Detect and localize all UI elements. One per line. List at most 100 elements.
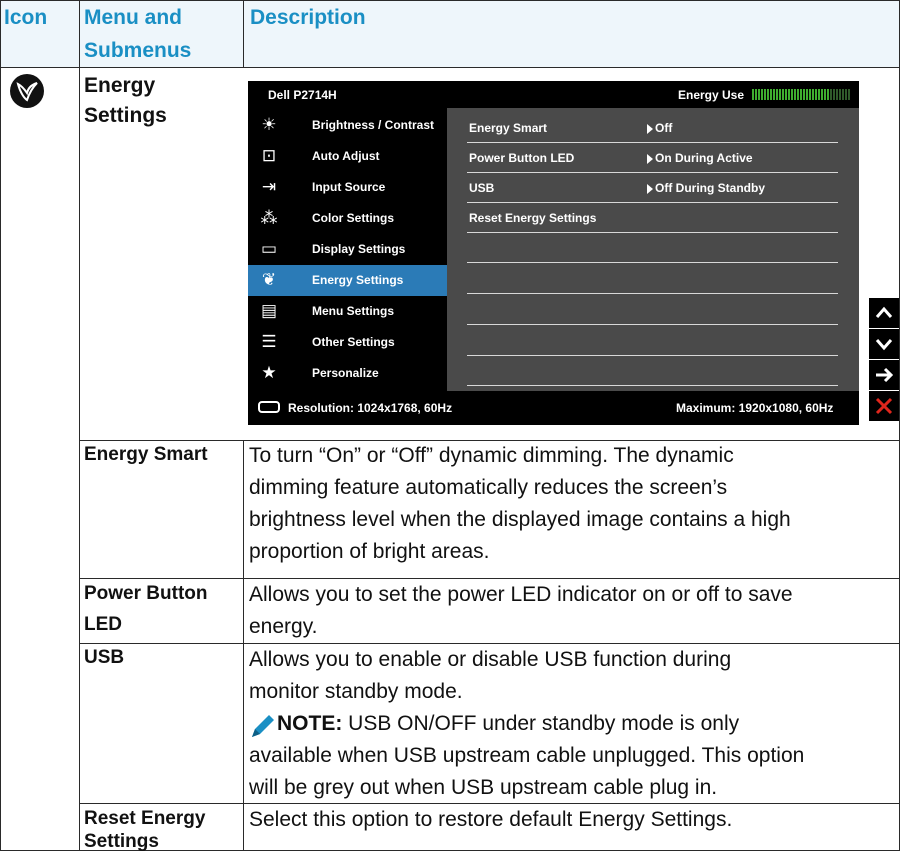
osd-menu-label: Menu Settings (312, 304, 395, 318)
row-desc-reset: Select this option to restore default En… (249, 808, 733, 831)
energy-meter-segment (827, 89, 829, 100)
osd-menu-item[interactable]: ▤ Menu Settings (248, 296, 447, 327)
energy-meter-segment (839, 89, 841, 100)
energy-meter-segment (761, 89, 763, 100)
energy-meter-segment (794, 89, 796, 100)
up-arrow-button[interactable] (869, 298, 899, 328)
energy-meter-segment (764, 89, 766, 100)
osd-submenu-label: USB (469, 181, 495, 195)
arrow-right-icon (647, 154, 653, 164)
energy-meter-segment (815, 89, 817, 100)
osd-submenu-row[interactable]: Power Button LED On During Active (467, 143, 838, 173)
table-divider (243, 440, 244, 851)
hdmi-connector-icon (258, 401, 280, 413)
osd-menu-label: Energy Settings (312, 273, 404, 287)
energy-meter-segment (782, 89, 784, 100)
energy-meter-segment (755, 89, 757, 100)
energy-meter-segment (785, 89, 787, 100)
arrow-right-icon (647, 184, 653, 194)
energy-meter-segment (842, 89, 844, 100)
osd-submenu-value: Off During Standby (655, 181, 765, 195)
osd-submenu-row (467, 264, 838, 294)
osd-submenu-row (467, 326, 838, 356)
osd-menu-item[interactable]: ❦ Energy Settings (248, 265, 447, 296)
osd-submenu-row[interactable]: Energy Smart Off (467, 113, 838, 143)
table-divider (243, 0, 244, 67)
row-title-reset-1: Reset Energy (84, 808, 206, 829)
row-desc-power-led-1: Allows you to set the power LED indicato… (249, 583, 793, 606)
energy-meter-segment (791, 89, 793, 100)
note-text-3: will be grey out when USB upstream cable… (249, 776, 718, 799)
star-icon: ★ (261, 363, 277, 382)
energy-meter-segment (824, 89, 826, 100)
osd-submenu-label: Energy Smart (469, 121, 548, 135)
right-arrow-button[interactable] (869, 360, 899, 390)
energy-meter-segment (848, 89, 850, 100)
note-text-1: USB ON/OFF under standby mode is only (342, 712, 740, 735)
brightness-icon: ☀ (261, 115, 277, 134)
energy-meter-segment (767, 89, 769, 100)
leaf-energy-icon (10, 74, 44, 108)
row-desc-energy-smart-2: dimming feature automatically reduces th… (249, 476, 728, 499)
osd-main-menu: ☀ Brightness / Contrast ⊡ Auto Adjust ⇥ Input… (248, 108, 447, 391)
note-text-2: available when USB upstream cable unplug… (249, 744, 805, 767)
row-title-energy-smart: Energy Smart (84, 444, 208, 465)
leaf-icon: ❦ (261, 270, 277, 289)
osd-menu-item[interactable]: ⇥ Input Source (248, 172, 447, 203)
osd-energy-use-label: Energy Use (678, 88, 745, 102)
osd-menu-item[interactable]: ★ Personalize (248, 358, 447, 389)
display-settings-icon: ▭ (260, 239, 278, 258)
osd-menu-label: Input Source (312, 180, 386, 194)
header-icon: Icon (4, 6, 48, 29)
osd-maximum: Maximum: 1920x1080, 60Hz (676, 401, 834, 415)
note-label: NOTE: (277, 712, 343, 735)
down-arrow-button[interactable] (869, 329, 899, 359)
header-menu-line1: Menu and (84, 6, 182, 29)
row-title-usb: USB (84, 647, 125, 668)
osd-submenu-row (467, 233, 838, 263)
energy-meter-segment (752, 89, 754, 100)
menu-title-line1: Energy (84, 74, 156, 97)
table-divider (79, 0, 80, 851)
header-description: Description (250, 6, 366, 29)
osd-menu-item[interactable]: ⊡ Auto Adjust (248, 141, 447, 172)
menu-title-line2: Settings (84, 104, 167, 127)
energy-meter-segment (812, 89, 814, 100)
header-menu-line2: Submenus (84, 39, 192, 62)
row-desc-energy-smart-3: brightness level when the displayed imag… (249, 508, 791, 531)
close-button[interactable] (869, 391, 899, 421)
row-desc-power-led-2: energy. (249, 615, 318, 638)
energy-meter-segment (770, 89, 772, 100)
row-desc-energy-smart-4: proportion of bright areas. (249, 540, 490, 563)
osd-menu-item[interactable]: ▭ Display Settings (248, 234, 447, 265)
osd-menu-item[interactable]: ⁂ Color Settings (248, 203, 447, 234)
color-settings-icon: ⁂ (260, 208, 278, 227)
row-title-power-led-2: LED (84, 614, 122, 635)
osd-submenu-row[interactable]: Reset Energy Settings (467, 203, 838, 233)
osd-menu-item[interactable]: ☀ Brightness / Contrast (248, 110, 447, 141)
row-desc-energy-smart-1: To turn “On” or “Off” dynamic dimming. T… (249, 444, 734, 467)
osd-submenu-row (467, 356, 838, 386)
energy-meter-segment (773, 89, 775, 100)
row-title-power-led-1: Power Button (84, 583, 208, 604)
osd-screenshot: Dell P2714H Energy Use ☀ Brightness / Con… (248, 81, 859, 425)
energy-meter-segment (779, 89, 781, 100)
auto-adjust-icon: ⊡ (261, 146, 277, 165)
osd-submenu-row (467, 295, 838, 325)
energy-meter-segment (797, 89, 799, 100)
row-desc-usb-1: Allows you to enable or disable USB func… (249, 648, 732, 671)
osd-menu-item[interactable]: ☰ Other Settings (248, 327, 447, 358)
osd-submenu-value: Off (655, 121, 673, 135)
energy-meter-segment (788, 89, 790, 100)
energy-meter-segment (818, 89, 820, 100)
osd-submenu-value: On During Active (655, 151, 753, 165)
energy-use-meter (752, 89, 850, 100)
osd-submenu-row[interactable]: USB Off During Standby (467, 173, 838, 203)
osd-submenu-label: Reset Energy Settings (469, 211, 597, 225)
other-settings-icon: ☰ (261, 332, 277, 351)
energy-meter-segment (800, 89, 802, 100)
osd-menu-label: Auto Adjust (312, 149, 380, 163)
row-title-reset-2: Settings (84, 831, 159, 851)
osd-model: Dell P2714H (268, 88, 337, 102)
energy-meter-segment (758, 89, 760, 100)
